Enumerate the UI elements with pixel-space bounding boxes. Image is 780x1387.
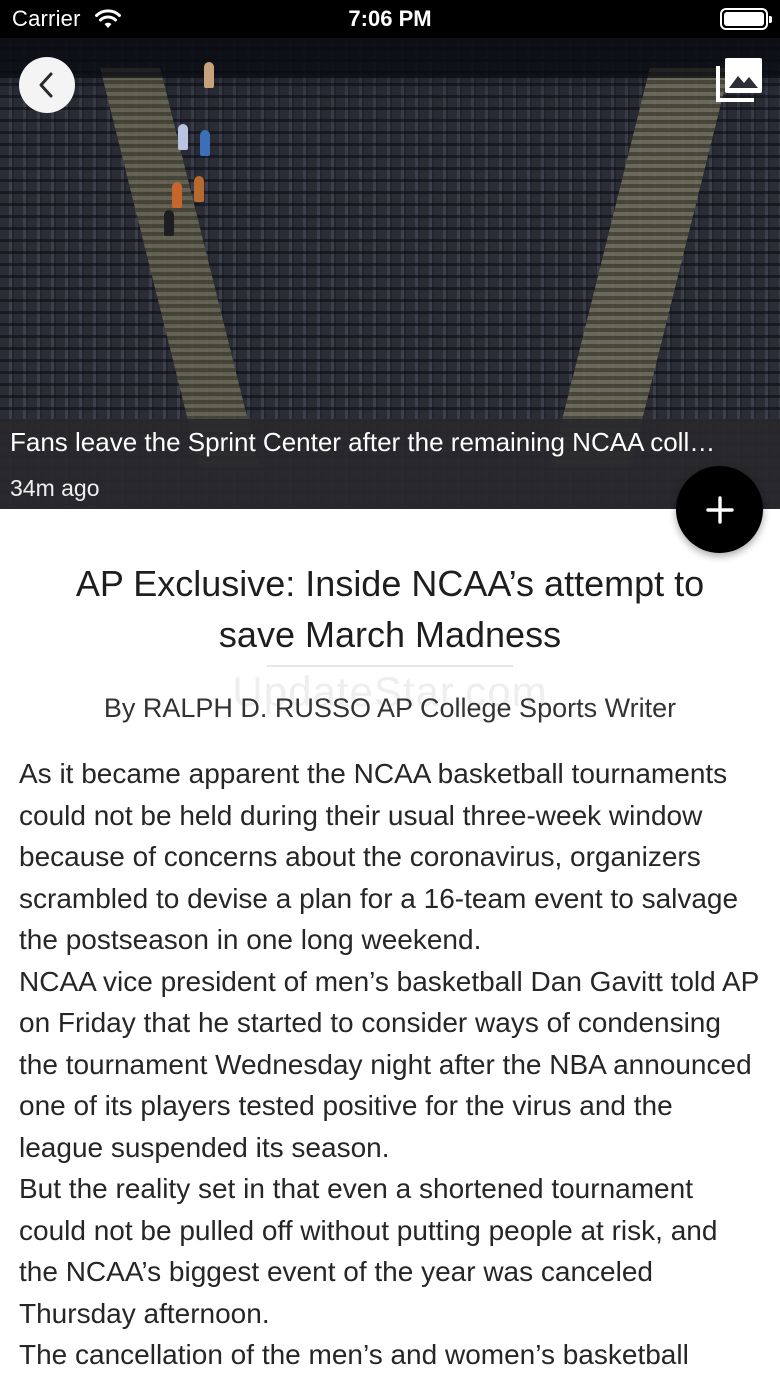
add-button[interactable] xyxy=(676,466,763,553)
photo-caption[interactable]: Fans leave the Sprint Center after the r… xyxy=(10,427,760,458)
photo-gallery-icon[interactable] xyxy=(714,54,766,104)
article-paragraph: As it became apparent the NCAA basketbal… xyxy=(19,758,739,955)
fan-figure xyxy=(164,210,174,236)
battery-icon xyxy=(720,8,772,30)
fan-figure xyxy=(178,124,188,150)
plus-icon xyxy=(705,495,734,524)
fan-figure xyxy=(172,182,182,208)
arena-upper-shade xyxy=(0,38,780,78)
article-byline: By RALPH D. RUSSO AP College Sports Writ… xyxy=(103,693,677,723)
fan-figure xyxy=(194,176,204,202)
fan-figure xyxy=(200,130,210,156)
article-paragraph: But the reality set in that even a short… xyxy=(19,1173,718,1329)
article-paragraph: NCAA vice president of men’s basketball … xyxy=(19,965,759,1163)
article-headline: AP Exclusive: Inside NCAA’s attempt to s… xyxy=(75,563,705,655)
back-button[interactable] xyxy=(19,57,75,113)
photo-timestamp: 34m ago xyxy=(10,475,100,501)
status-time: 7:06 PM xyxy=(348,6,432,31)
status-bar: Carrier 7:06 PM xyxy=(0,0,780,38)
article-body: As it became apparent the NCAA basketbal… xyxy=(19,753,764,1387)
article-paragraph: The cancellation of the men’s and women’… xyxy=(19,1339,689,1370)
chevron-left-icon xyxy=(39,72,53,98)
fan-figure xyxy=(204,62,214,88)
headline-divider xyxy=(267,665,513,667)
